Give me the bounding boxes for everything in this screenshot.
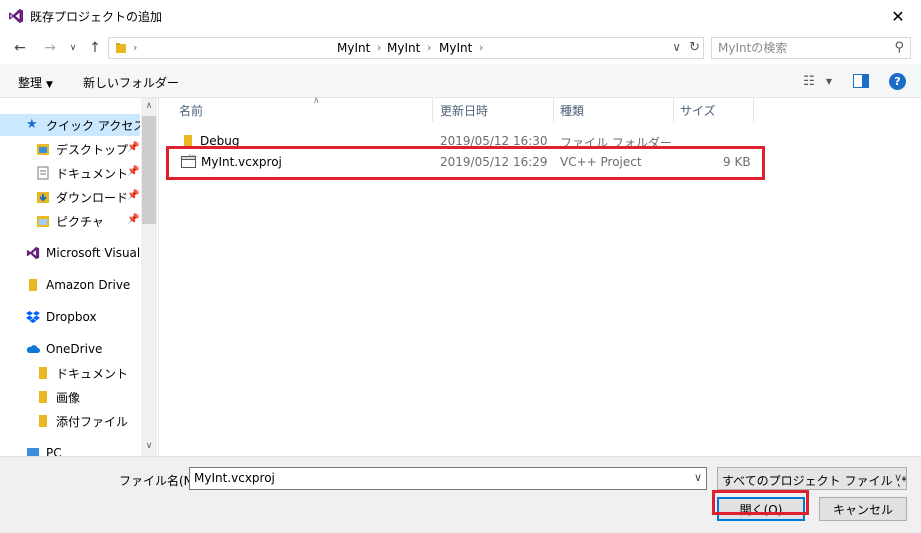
pin-icon[interactable]: 📌: [127, 214, 139, 225]
folder-icon: [29, 279, 37, 291]
nav-item-onedrive-images[interactable]: 画像: [0, 386, 140, 408]
command-toolbar: 整理 ▼ 新しいフォルダー ☷ ▼ ?: [0, 64, 921, 98]
nav-item-documents[interactable]: ドキュメント 📌: [0, 162, 140, 184]
visual-studio-icon: [9, 9, 23, 23]
pin-icon[interactable]: 📌: [127, 166, 139, 177]
highlight-box: [166, 146, 765, 180]
desktop-folder-icon: [37, 144, 49, 155]
nav-item-pc[interactable]: PC: [0, 442, 140, 456]
nav-item-label: ピクチャ: [56, 214, 104, 229]
pin-icon[interactable]: 📌: [127, 190, 139, 201]
nav-item-label: 画像: [56, 390, 81, 405]
highlight-box: [712, 490, 809, 515]
breadcrumb-item[interactable]: MyInt: [387, 41, 420, 55]
chevron-down-icon[interactable]: ∨: [891, 471, 902, 484]
back-arrow-icon[interactable]: ←: [10, 38, 30, 58]
search-icon[interactable]: ⚲: [894, 40, 904, 55]
nav-item-quick-access[interactable]: ★ クイック アクセス: [0, 114, 140, 136]
column-header-label: 更新日時: [440, 103, 489, 118]
window-title: 既存プロジェクトの追加: [30, 10, 163, 24]
nav-item-label: ドキュメント: [56, 166, 129, 181]
nav-item-downloads[interactable]: ダウンロード 📌: [0, 186, 140, 208]
scrollbar-thumb[interactable]: [142, 116, 156, 224]
view-options-icon[interactable]: ☷: [800, 72, 818, 90]
caret-down-icon: ▼: [46, 80, 53, 90]
search-input[interactable]: [718, 41, 878, 55]
chevron-down-icon[interactable]: ∨: [694, 471, 702, 484]
filename-combobox[interactable]: ∨: [189, 467, 707, 490]
column-header-label: 名前: [179, 103, 204, 118]
pictures-icon: [37, 216, 49, 227]
column-header-type[interactable]: 種類: [554, 98, 674, 122]
downloads-icon: [37, 192, 49, 203]
nav-item-amazon-drive[interactable]: Amazon Drive: [0, 274, 140, 296]
dropbox-icon: [26, 311, 40, 323]
breadcrumb-separator-icon[interactable]: ›: [479, 41, 483, 54]
nav-item-label: Dropbox: [46, 310, 97, 324]
nav-item-label: OneDrive: [46, 342, 103, 356]
nav-item-desktop[interactable]: デスクトップ 📌: [0, 138, 140, 160]
address-bar[interactable]: › MyInt › MyInt › MyInt › ∨ ↻: [108, 37, 704, 59]
visual-studio-icon: [26, 246, 40, 260]
scroll-down-icon[interactable]: ∨: [141, 438, 157, 454]
forward-arrow-icon[interactable]: →: [40, 38, 60, 58]
new-folder-button[interactable]: 新しいフォルダー: [83, 74, 179, 91]
nav-item-onedrive[interactable]: OneDrive: [0, 338, 140, 360]
recent-locations-chevron-icon[interactable]: ∨: [63, 38, 83, 58]
preview-pane-icon[interactable]: [852, 72, 870, 90]
up-arrow-icon[interactable]: ↑: [85, 38, 105, 58]
column-header-size[interactable]: サイズ: [674, 98, 754, 122]
navigation-pane: ★ クイック アクセス デスクトップ 📌 ドキュメント 📌 ダウンロード 📌 ピ…: [0, 98, 157, 456]
navigation-pane-scrollbar[interactable]: ∧ ∨: [141, 98, 157, 456]
filename-input[interactable]: [194, 471, 674, 485]
chevron-down-icon[interactable]: ∨: [672, 40, 681, 54]
breadcrumb-item[interactable]: MyInt: [439, 41, 472, 55]
nav-item-label: 添付ファイル: [56, 414, 129, 429]
title-bar: 既存プロジェクトの追加 ✕: [0, 0, 921, 32]
nav-item-label: Microsoft Visual S: [46, 246, 140, 260]
pin-icon[interactable]: 📌: [127, 142, 139, 153]
caret-down-icon[interactable]: ▼: [820, 72, 838, 90]
breadcrumb-separator-icon[interactable]: ›: [133, 41, 137, 54]
star-icon: ★: [26, 117, 38, 132]
nav-item-label: デスクトップ: [56, 142, 129, 157]
folder-icon: [39, 391, 47, 403]
nav-item-label: ドキュメント: [56, 366, 129, 381]
nav-item-onedrive-attachments[interactable]: 添付ファイル: [0, 410, 140, 432]
search-box[interactable]: ⚲: [711, 37, 911, 59]
sort-ascending-icon: ∧: [313, 96, 320, 106]
organize-label: 整理: [18, 76, 43, 90]
column-header-label: 種類: [560, 103, 585, 118]
column-header-name[interactable]: 名前 ∧: [173, 96, 433, 122]
scroll-up-icon[interactable]: ∧: [141, 98, 157, 114]
nav-item-visual-studio[interactable]: Microsoft Visual S: [0, 242, 140, 264]
folder-icon: [39, 367, 47, 379]
refresh-icon[interactable]: ↻: [689, 40, 700, 55]
nav-item-label: ダウンロード: [56, 190, 129, 205]
organize-menu-button[interactable]: 整理 ▼: [18, 74, 53, 91]
navigation-row: ← → ∨ ↑ › MyInt › MyInt › MyInt › ∨ ↻ ⚲: [0, 33, 921, 63]
filetype-value: すべてのプロジェクト ファイル (*.cspro: [722, 474, 906, 488]
breadcrumb-separator-icon[interactable]: ›: [427, 41, 431, 54]
nav-item-label: クイック アクセス: [46, 118, 140, 133]
computer-icon: [27, 448, 39, 456]
close-button[interactable]: ✕: [875, 0, 921, 32]
filetype-select[interactable]: すべてのプロジェクト ファイル (*.cspro ∨: [717, 467, 907, 490]
breadcrumb-separator-icon[interactable]: ›: [377, 41, 381, 54]
nav-item-label: PC: [46, 446, 62, 456]
folder-icon: [39, 415, 47, 427]
documents-icon: [37, 166, 49, 180]
cancel-button[interactable]: キャンセル: [819, 497, 907, 521]
preview-pane-graphic: [853, 74, 869, 88]
nav-item-label: Amazon Drive: [46, 278, 131, 292]
column-header-label: サイズ: [680, 103, 716, 118]
column-header-modified[interactable]: 更新日時: [434, 98, 554, 122]
nav-item-onedrive-documents[interactable]: ドキュメント: [0, 362, 140, 384]
help-icon[interactable]: ?: [889, 73, 906, 90]
nav-item-dropbox[interactable]: Dropbox: [0, 306, 140, 328]
nav-item-pictures[interactable]: ピクチャ 📌: [0, 210, 140, 232]
breadcrumb-item[interactable]: MyInt: [337, 41, 370, 55]
folder-icon: [116, 43, 126, 53]
cloud-icon: [26, 345, 40, 353]
